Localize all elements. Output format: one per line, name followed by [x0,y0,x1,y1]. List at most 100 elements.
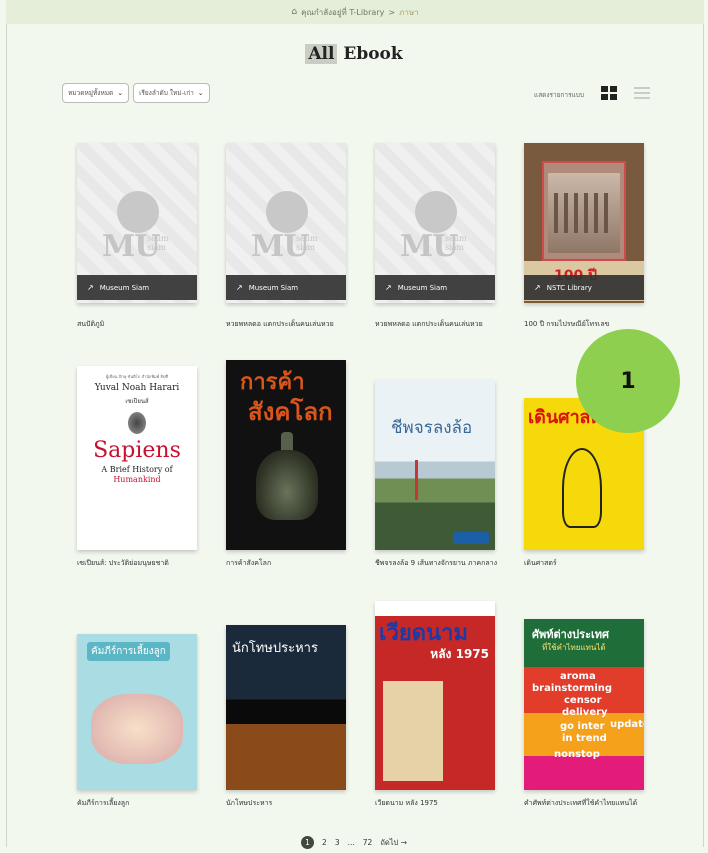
cover-title: นักโทษประหาร [232,641,318,656]
filter-bar: หมวดหมู่ทั้งหมด ⌄ เรียงลำดับ ใหม่-เก่า ⌄ [62,83,210,103]
page-3-button[interactable]: 3 [335,838,340,847]
book-cover[interactable]: MU seum siam ↗ Museum Siam [226,143,346,303]
sort-select-value: เรียงลำดับ ใหม่-เก่า [139,89,194,97]
page-last-button[interactable]: 72 [363,838,373,847]
chevron-down-icon: ⌄ [117,89,124,97]
book-title[interactable]: เวียดนาม หลัง 1975 [375,798,503,809]
cover-subtitle-2: Humankind [113,475,161,484]
vase-image [256,450,318,520]
cover-word: delivery [562,707,608,718]
family-illustration [91,694,183,764]
category-select-value: หมวดหมู่ทั้งหมด [68,89,114,97]
page-2-button[interactable]: 2 [322,838,327,847]
book-title[interactable]: สนปัติภูมิ [77,319,205,330]
cover-word: censor [564,695,602,706]
book-cover[interactable]: เวียดนาม หลัง 1975 [375,601,495,790]
ribbon-label: Museum Siam [397,283,448,292]
book-cover[interactable]: MU seum siam ↗ Museum Siam [375,143,495,303]
cover-word: nonstop [554,749,600,760]
external-link-icon: ↗ [236,283,243,292]
cover-word: go inter [560,721,605,732]
home-icon[interactable]: ⌂ [291,7,297,17]
source-ribbon[interactable]: ↗ Museum Siam [226,275,346,300]
external-link-icon: ↗ [534,283,541,292]
book-title[interactable]: คำศัพท์ต่างประเทศที่ใช้คำไทยแทนได้ [524,798,652,809]
book-cover[interactable]: ผู้เขียน ภิกษุ ขันติโก สำนักพิมพ์ ยิปซี … [77,366,197,550]
book-cover[interactable]: 100 ปี ↗NSTC Library [524,143,644,303]
source-ribbon[interactable]: ↗ Museum Siam [375,275,495,300]
cover-word: aroma [560,671,596,682]
category-select[interactable]: หมวดหมู่ทั้งหมด ⌄ [62,83,130,103]
page-title-highlight: All [305,44,338,64]
book-title[interactable]: นักโทษประหาร [226,798,354,809]
ribbon-label: Museum Siam [248,283,299,292]
ribbon-label: NSTC Library [546,283,592,292]
external-link-icon: ↗ [87,283,94,292]
cover-thai-title: เซเปียนส์ [125,398,149,405]
museum-siam-logo-icon [117,191,159,233]
cover-title: คัมภีร์การเลี้ยงลูก [87,642,170,661]
building-image [548,173,620,253]
book-cover[interactable]: การค้า สังคโลก [226,360,346,550]
page-title: All Ebook [0,44,708,64]
cover-word: in trend [562,733,607,744]
book-title[interactable]: เซเปียนส์: ประวัติย่อมนุษยชาติ [77,558,205,569]
breadcrumb-separator: > [388,7,396,17]
book-title[interactable]: เดินศาสตร์ [524,558,652,569]
cover-title-2: สังคโลก [248,398,333,426]
book-title[interactable]: หวยพหลดอ แตกประเด็นคนเล่นหวย [226,319,354,330]
cover-word: update [610,719,644,730]
museum-siam-logo-icon [266,191,308,233]
page-title-rest: Ebook [343,44,403,64]
chevron-down-icon: ⌄ [197,89,204,97]
book-cover[interactable]: MU seum siam ↗ Museum Siam [77,143,197,303]
parenting-cover: คัมภีร์การเลี้ยงลูก [77,634,197,790]
sort-select[interactable]: เรียงลำดับ ใหม่-เก่า ⌄ [133,83,210,103]
frame-left [6,24,7,847]
page-ellipsis: ... [347,838,355,847]
book-cover[interactable]: คัมภีร์การเลี้ยงลูก [77,634,197,790]
book-cover[interactable]: ศัพท์ต่างประเทศ ที่ใช้คำไทยแทนได้ aroma … [524,619,644,790]
museum-logo-subtext: seum siam [445,234,467,252]
book-title[interactable]: คัมภีร์การเลี้ยงลูก [77,798,205,809]
cover-subtitle: หลัง 1975 [430,647,489,661]
cover-subtitle: A Brief History of [101,465,173,474]
view-mode-label: แสดงรายการแบบ [534,91,585,99]
pagination: 1 2 3 ... 72 ถัดไป → [0,836,708,849]
cover-author: Yuval Noah Harari [94,383,180,393]
museum-logo-subtext: seum siam [147,234,169,252]
book-title[interactable]: ชีพจรลงล้อ 9 เส้นทางจักรยาน ภาคกลาง [375,558,503,569]
museum-logo-subtext: seum siam [296,234,318,252]
vietnam-cover: เวียดนาม หลัง 1975 [375,601,495,790]
book-title[interactable]: การค้าสังคโลก [226,558,354,569]
source-ribbon[interactable]: ↗ NSTC Library [524,275,644,300]
breadcrumb-current: ภาษา [399,7,419,17]
ribbon-label: Museum Siam [99,283,150,292]
frame-right [703,24,704,847]
grid-view-icon[interactable] [601,86,617,100]
sangkhalok-cover: การค้า สังคโลก [226,360,346,550]
museum-siam-logo-icon [415,191,457,233]
book-cover[interactable]: นักโทษประหาร [226,625,346,790]
cycling-cover: ชีพจรลงล้อ [375,380,495,550]
page-1-button[interactable]: 1 [301,836,315,849]
sapiens-cover: ผู้เขียน ภิกษุ ขันติโก สำนักพิมพ์ ยิปซี … [77,366,197,550]
cover-title: ชีพจรลงล้อ [391,418,473,438]
breadcrumb-home[interactable]: คุณกำลังอยู่ที่ T-Library [301,6,384,19]
list-view-icon[interactable] [634,87,650,99]
skull-icon [128,412,146,434]
cover-word: brainstorming [532,683,613,694]
breadcrumb: ⌂ คุณกำลังอยู่ที่ T-Library > ภาษา [6,0,704,24]
next-page-button[interactable]: ถัดไป → [380,837,407,849]
book-cover[interactable]: ชีพจรลงล้อ [375,380,495,550]
cover-title: Sapiens [93,438,181,463]
vocabulary-cover: ศัพท์ต่างประเทศ ที่ใช้คำไทยแทนได้ aroma … [524,619,644,790]
death-row-cover: นักโทษประหาร [226,625,346,790]
step-badge: 1 [576,329,680,433]
cover-subtitle: ที่ใช้คำไทยแทนได้ [542,643,606,652]
cover-small-text: ผู้เขียน ภิกษุ ขันติโก สำนักพิมพ์ ยิปซี [105,374,169,379]
source-ribbon[interactable]: ↗ Museum Siam [77,275,197,300]
book-title[interactable]: หวยพหลดอ แตกประเด็นคนเล่นหวย [375,319,503,330]
walking-figure-image [562,448,602,528]
external-link-icon: ↗ [385,283,392,292]
